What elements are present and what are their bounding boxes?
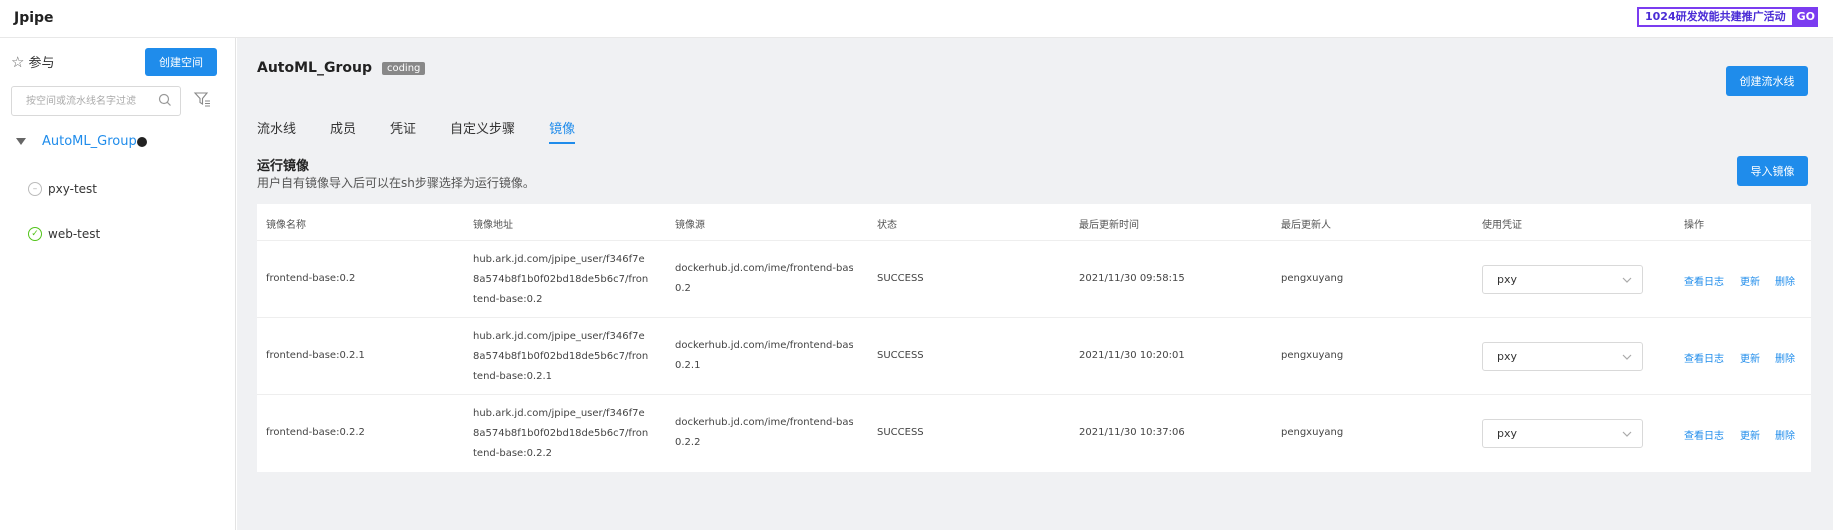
import-image-button[interactable]: 导入镜像 bbox=[1737, 156, 1808, 186]
view-log-link[interactable]: 查看日志 bbox=[1684, 427, 1724, 442]
search-box bbox=[11, 86, 181, 116]
participate-toggle[interactable]: ☆ 参与 bbox=[11, 52, 55, 72]
image-source-line: 0.2.2 bbox=[675, 437, 701, 448]
update-link[interactable]: 更新 bbox=[1740, 350, 1760, 365]
updated-by: pengxuyang bbox=[1281, 427, 1344, 438]
image-source-line: 0.2 bbox=[675, 283, 691, 294]
image-address: hub.ark.jd.com/jpipe_user/f346f7e8a574b8… bbox=[473, 254, 649, 305]
tree-group-automl[interactable]: AutoML_Group bbox=[16, 134, 147, 149]
column-header: 镜像地址 bbox=[473, 220, 513, 231]
image-source-line: dockerhub.jd.com/ime/frontend-base: bbox=[675, 417, 853, 428]
pending-status-icon: – bbox=[28, 182, 42, 196]
chevron-down-icon bbox=[1622, 431, 1632, 437]
status-text: SUCCESS bbox=[877, 350, 924, 361]
tab-pipelines[interactable]: 流水线 bbox=[257, 118, 296, 144]
group-title-text: AutoML_Group bbox=[257, 60, 372, 76]
search-input[interactable] bbox=[12, 87, 152, 115]
table-row: frontend-base:0.2.2 hub.ark.jd.com/jpipe… bbox=[257, 395, 1811, 472]
column-header: 镜像源 bbox=[675, 220, 705, 231]
pipeline-name: web-test bbox=[48, 227, 101, 241]
table-row: frontend-base:0.2.1 hub.ark.jd.com/jpipe… bbox=[257, 318, 1811, 395]
chevron-down-icon bbox=[1622, 277, 1632, 283]
update-link[interactable]: 更新 bbox=[1740, 427, 1760, 442]
sidebar: ☆ 参与 创建空间 AutoML_Group – pxy-test ✓ web-… bbox=[0, 38, 236, 530]
promo-go-button[interactable]: GO bbox=[1793, 7, 1819, 27]
status-text: SUCCESS bbox=[877, 273, 924, 284]
delete-link[interactable]: 删除 bbox=[1775, 273, 1795, 288]
updated-by: pengxuyang bbox=[1281, 273, 1344, 284]
image-source-line: 0.2.1 bbox=[675, 360, 701, 371]
create-pipeline-button[interactable]: 创建流水线 bbox=[1726, 66, 1808, 96]
column-header: 最后更新时间 bbox=[1079, 220, 1139, 231]
pipeline-name: pxy-test bbox=[48, 182, 97, 196]
star-icon: ☆ bbox=[11, 52, 25, 71]
group-label[interactable]: AutoML_Group bbox=[42, 134, 137, 149]
image-name: frontend-base:0.2 bbox=[266, 273, 356, 284]
sidebar-item-pxy-test[interactable]: – pxy-test bbox=[28, 182, 97, 196]
top-header: Jpipe 1024研发效能共建推广活动 GO bbox=[0, 0, 1833, 38]
image-name: frontend-base:0.2.2 bbox=[266, 427, 365, 438]
section-title: 运行镜像 bbox=[257, 159, 310, 174]
image-address: hub.ark.jd.com/jpipe_user/f346f7e8a574b8… bbox=[473, 331, 649, 382]
section-description: 用户自有镜像导入后可以在sh步骤选择为运行镜像。 bbox=[257, 176, 535, 190]
search-icon[interactable] bbox=[158, 93, 172, 107]
updated-time: 2021/11/30 10:20:01 bbox=[1079, 350, 1185, 361]
image-address: hub.ark.jd.com/jpipe_user/f346f7e8a574b8… bbox=[473, 408, 649, 459]
sidebar-item-web-test[interactable]: ✓ web-test bbox=[28, 227, 100, 241]
table-row: frontend-base:0.2 hub.ark.jd.com/jpipe_u… bbox=[257, 241, 1811, 318]
filter-icon[interactable] bbox=[193, 90, 211, 108]
image-source: dockerhub.jd.com/ime/frontend-base: 0.2.… bbox=[675, 413, 853, 453]
app-logo[interactable]: Jpipe bbox=[14, 10, 54, 26]
promo-text[interactable]: 1024研发效能共建推广活动 bbox=[1637, 7, 1794, 27]
credential-select[interactable]: pxy bbox=[1482, 342, 1643, 371]
chevron-down-icon bbox=[1622, 354, 1632, 360]
delete-link[interactable]: 删除 bbox=[1775, 350, 1795, 365]
updated-time: 2021/11/30 09:58:15 bbox=[1079, 273, 1185, 284]
image-source-line: dockerhub.jd.com/ime/frontend-base: bbox=[675, 263, 853, 274]
image-source-line: dockerhub.jd.com/ime/frontend-base: bbox=[675, 340, 853, 351]
tab-members[interactable]: 成员 bbox=[330, 118, 356, 144]
main-content: AutoML_Group coding 创建流水线 流水线 成员 凭证 自定义步… bbox=[237, 38, 1833, 530]
update-link[interactable]: 更新 bbox=[1740, 273, 1760, 288]
tab-custom-steps[interactable]: 自定义步骤 bbox=[450, 118, 515, 144]
updated-time: 2021/11/30 10:37:06 bbox=[1079, 427, 1185, 438]
image-name: frontend-base:0.2.1 bbox=[266, 350, 365, 361]
view-log-link[interactable]: 查看日志 bbox=[1684, 350, 1724, 365]
promo-banner[interactable]: 1024研发效能共建推广活动 GO bbox=[1637, 7, 1819, 27]
column-header: 使用凭证 bbox=[1482, 220, 1522, 231]
page-title: AutoML_Group coding bbox=[257, 60, 426, 76]
column-header: 状态 bbox=[877, 220, 897, 231]
success-status-icon: ✓ bbox=[28, 227, 42, 241]
group-badge-icon bbox=[136, 136, 147, 147]
group-tag: coding bbox=[381, 61, 426, 75]
credential-select[interactable]: pxy bbox=[1482, 419, 1643, 448]
delete-link[interactable]: 删除 bbox=[1775, 427, 1795, 442]
column-header: 最后更新人 bbox=[1281, 220, 1331, 231]
credential-select[interactable]: pxy bbox=[1482, 265, 1643, 294]
credential-value: pxy bbox=[1497, 427, 1518, 440]
tab-images[interactable]: 镜像 bbox=[549, 118, 576, 144]
images-table: 镜像名称 镜像地址 镜像源 状态 最后更新时间 最后更新人 使用凭证 操作 fr… bbox=[257, 204, 1811, 472]
create-space-button[interactable]: 创建空间 bbox=[145, 48, 217, 76]
view-log-link[interactable]: 查看日志 bbox=[1684, 273, 1724, 288]
participate-label: 参与 bbox=[28, 56, 55, 71]
credential-value: pxy bbox=[1497, 350, 1518, 363]
tab-credentials[interactable]: 凭证 bbox=[390, 118, 416, 144]
image-source: dockerhub.jd.com/ime/frontend-base: 0.2.… bbox=[675, 336, 853, 376]
credential-value: pxy bbox=[1497, 273, 1518, 286]
updated-by: pengxuyang bbox=[1281, 350, 1344, 361]
status-text: SUCCESS bbox=[877, 427, 924, 438]
column-header: 操作 bbox=[1684, 220, 1704, 231]
column-header: 镜像名称 bbox=[266, 220, 306, 231]
caret-down-icon[interactable] bbox=[16, 138, 26, 145]
tab-bar: 流水线 成员 凭证 自定义步骤 镜像 bbox=[257, 118, 609, 144]
table-header: 镜像名称 镜像地址 镜像源 状态 最后更新时间 最后更新人 使用凭证 操作 bbox=[257, 204, 1811, 241]
image-source: dockerhub.jd.com/ime/frontend-base: 0.2 bbox=[675, 259, 853, 299]
